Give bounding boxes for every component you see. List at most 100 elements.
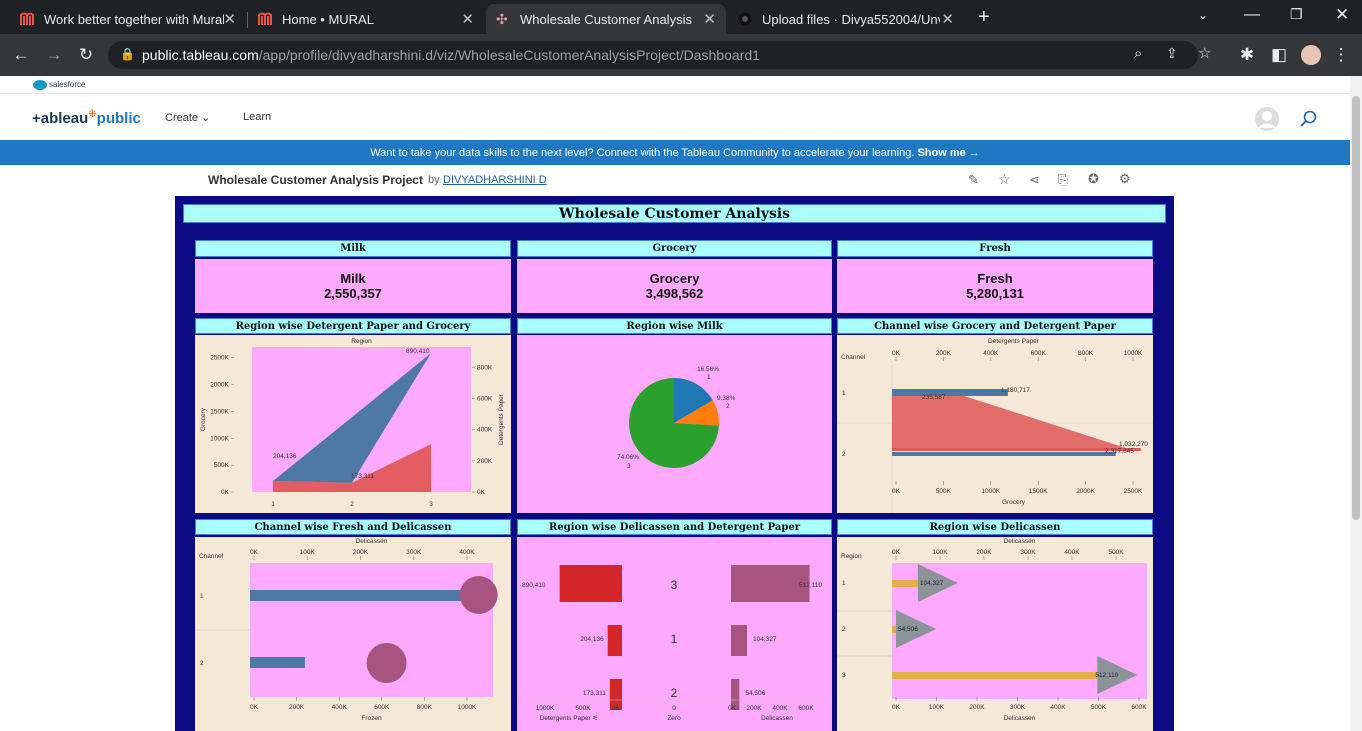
chart-region-delicassen[interactable]: Delicassen 0K 100K 200K 300K 400K 500K Region 1 1… xyxy=(837,537,1153,731)
zoom-icon[interactable]: ⌕ xyxy=(1134,45,1142,62)
close-icon[interactable]: ✕ xyxy=(703,10,716,28)
url-host: public.tableau.com xyxy=(142,47,259,63)
tab-mural-work[interactable]: Work better together with Mural ✕ xyxy=(10,4,246,34)
x-tick-label: 3 xyxy=(429,501,433,508)
browser-tab-strip: Work better together with Mural ✕ Home •… xyxy=(0,0,1362,34)
tab-label: Work better together with Mural xyxy=(44,11,224,27)
data-label: 54,506 xyxy=(898,626,918,633)
reload-icon[interactable]: ↻ xyxy=(75,45,97,65)
chart-region-milk[interactable]: 16.56% 1 9.38% 2 74.06% 3 xyxy=(517,335,832,513)
settings-gear-icon[interactable]: ⚙ xyxy=(1119,171,1131,187)
viz-header: Wholesale Customer Analysis Project by D… xyxy=(0,165,1350,195)
bottom-tick-label: 500K xyxy=(936,488,952,495)
chart-title-4: Channel wise Fresh and Delicassen xyxy=(195,519,511,535)
bottom-tick-label: 400K xyxy=(1050,704,1066,711)
kpi-milk[interactable]: Milk 2,550,357 xyxy=(195,259,511,313)
bottom-tick-label: 1500K xyxy=(1029,488,1048,495)
forward-icon[interactable]: → xyxy=(43,45,65,65)
tab-search-icon[interactable]: ⌄ xyxy=(1198,8,1208,22)
top-tick-label: 100K xyxy=(932,549,948,556)
tableau-public-logo[interactable]: +ableau⁜public xyxy=(32,109,141,127)
y-tick-label: 1500K xyxy=(210,408,229,415)
new-tab-button[interactable]: + xyxy=(978,6,990,29)
kpi-header-grocery: Grocery xyxy=(517,240,832,257)
right-tick-label: 600K xyxy=(798,705,814,712)
bottom-tick-label: 200K xyxy=(289,704,305,711)
author-link[interactable]: DIVYADHARSHINI D xyxy=(443,174,547,186)
kpi-label: Fresh xyxy=(977,271,1013,286)
create-menu[interactable]: Create ⌄ xyxy=(165,111,210,124)
category-label: 2 xyxy=(842,626,846,633)
chart-channel-grocery-detergent[interactable]: Detergents Paper 0K 200K 400K 600K 800K 1000K C… xyxy=(837,335,1153,513)
extensions-icon[interactable]: ✱ xyxy=(1236,45,1258,65)
minimize-icon[interactable]: — xyxy=(1244,6,1260,24)
banner-text: Want to take your data skills to the nex… xyxy=(370,146,915,159)
profile-avatar[interactable] xyxy=(1301,45,1321,65)
grocery-bar xyxy=(892,452,1116,456)
kpi-label: Grocery xyxy=(649,271,700,286)
logo-text: +ableau xyxy=(32,110,89,127)
side-panel-icon[interactable]: ◧ xyxy=(1268,45,1290,65)
close-icon[interactable]: ✕ xyxy=(223,10,236,28)
badge-icon[interactable]: ✪ xyxy=(1088,171,1099,187)
x-tick-label: 2 xyxy=(350,501,354,508)
data-label: 890,410 xyxy=(406,348,430,355)
left-tick-label: 500K xyxy=(575,705,591,712)
category-label: 3 xyxy=(671,578,678,592)
tab-github[interactable]: Upload files · Divya552004/Unve ✕ xyxy=(728,4,964,34)
chart-region-detergent-grocery[interactable]: Region 0K 500K 1000K 1500K 2000K 2500K 0K 200K 40… xyxy=(195,335,511,513)
browser-toolbar: ← → ↻ 🔒 public.tableau.com/app/profile/d… xyxy=(0,34,1362,76)
right-tick-label: 0K xyxy=(728,705,737,712)
window-close-icon[interactable]: ✕ xyxy=(1335,5,1349,25)
y-tick-label: 2500K xyxy=(210,355,229,362)
close-icon[interactable]: ✕ xyxy=(941,10,954,28)
learn-link[interactable]: Learn xyxy=(243,111,271,123)
chart-title-5: Region wise Delicassen and Detergent Pap… xyxy=(517,519,832,535)
data-label: 1,032,270 xyxy=(1119,441,1148,448)
bookmark-star-icon[interactable]: ☆ xyxy=(1198,44,1211,62)
tab-tableau[interactable]: ✣ Wholesale Customer Analysis Project ✕ xyxy=(486,4,726,34)
share-icon[interactable]: ⇪ xyxy=(1166,45,1178,62)
close-icon[interactable]: ✕ xyxy=(461,10,474,28)
share-icon[interactable]: ⋖ xyxy=(1029,172,1040,188)
chart-region-delicassen-detergent[interactable]: 3 890,410 512,110 1 204,136 104,327 2 173,311 54… xyxy=(517,537,832,731)
mid-tick-label: 0 xyxy=(672,705,676,712)
restore-icon[interactable]: ❐ xyxy=(1290,6,1303,23)
slice-sub: 1 xyxy=(707,374,711,381)
data-label: 204,136 xyxy=(580,636,604,643)
bottom-tick-label: 600K xyxy=(1131,704,1147,711)
download-icon[interactable]: ⎘ xyxy=(1058,172,1068,188)
top-tick-label: 1000K xyxy=(1124,350,1143,357)
tab-mural-home[interactable]: Home • MURAL ✕ xyxy=(248,4,484,34)
search-icon[interactable] xyxy=(1300,110,1318,128)
data-label: 173,311 xyxy=(583,690,606,697)
delicassen-bar xyxy=(892,672,1122,679)
right-tick-label: 200K xyxy=(746,705,762,712)
left-tick-label: 1000K xyxy=(536,705,555,712)
scrollbar-thumb[interactable] xyxy=(1352,96,1360,520)
kpi-grocery[interactable]: Grocery 3,498,562 xyxy=(517,259,832,313)
data-label: 235,587 xyxy=(922,394,946,401)
top-tick-label: 300K xyxy=(406,549,422,556)
user-avatar-icon[interactable] xyxy=(1254,106,1280,132)
chart-channel-fresh-delicassen[interactable]: Delicassen 0K 100K 200K 300K 400K Channel 1 2 0K 2… xyxy=(195,537,511,731)
address-bar[interactable]: 🔒 public.tableau.com/app/profile/divyadh… xyxy=(108,41,1211,69)
top-tick-label: 200K xyxy=(936,350,952,357)
data-label: 890,410 xyxy=(522,582,546,589)
top-tick-label: 100K xyxy=(300,549,316,556)
tableau-nav: +ableau⁜public Create ⌄ Learn xyxy=(0,94,1350,140)
back-icon[interactable]: ← xyxy=(10,45,32,65)
kpi-fresh[interactable]: Fresh 5,280,131 xyxy=(837,259,1153,313)
delicassen-bar xyxy=(731,625,747,656)
bottom-tick-label: 0K xyxy=(892,488,901,495)
mural-icon xyxy=(20,12,36,26)
edit-icon[interactable]: ✎ xyxy=(968,172,979,188)
favorite-star-icon[interactable]: ☆ xyxy=(998,171,1011,188)
bottom-tick-label: 0K xyxy=(250,704,259,711)
tableau-icon: ✣ xyxy=(496,11,508,27)
detergent-bar xyxy=(607,625,622,656)
menu-icon[interactable]: ⋮ xyxy=(1330,45,1352,65)
show-me-link[interactable]: Show me → xyxy=(917,147,979,159)
frozen-bar xyxy=(250,590,470,601)
y-tick-label: 0K xyxy=(221,489,230,496)
